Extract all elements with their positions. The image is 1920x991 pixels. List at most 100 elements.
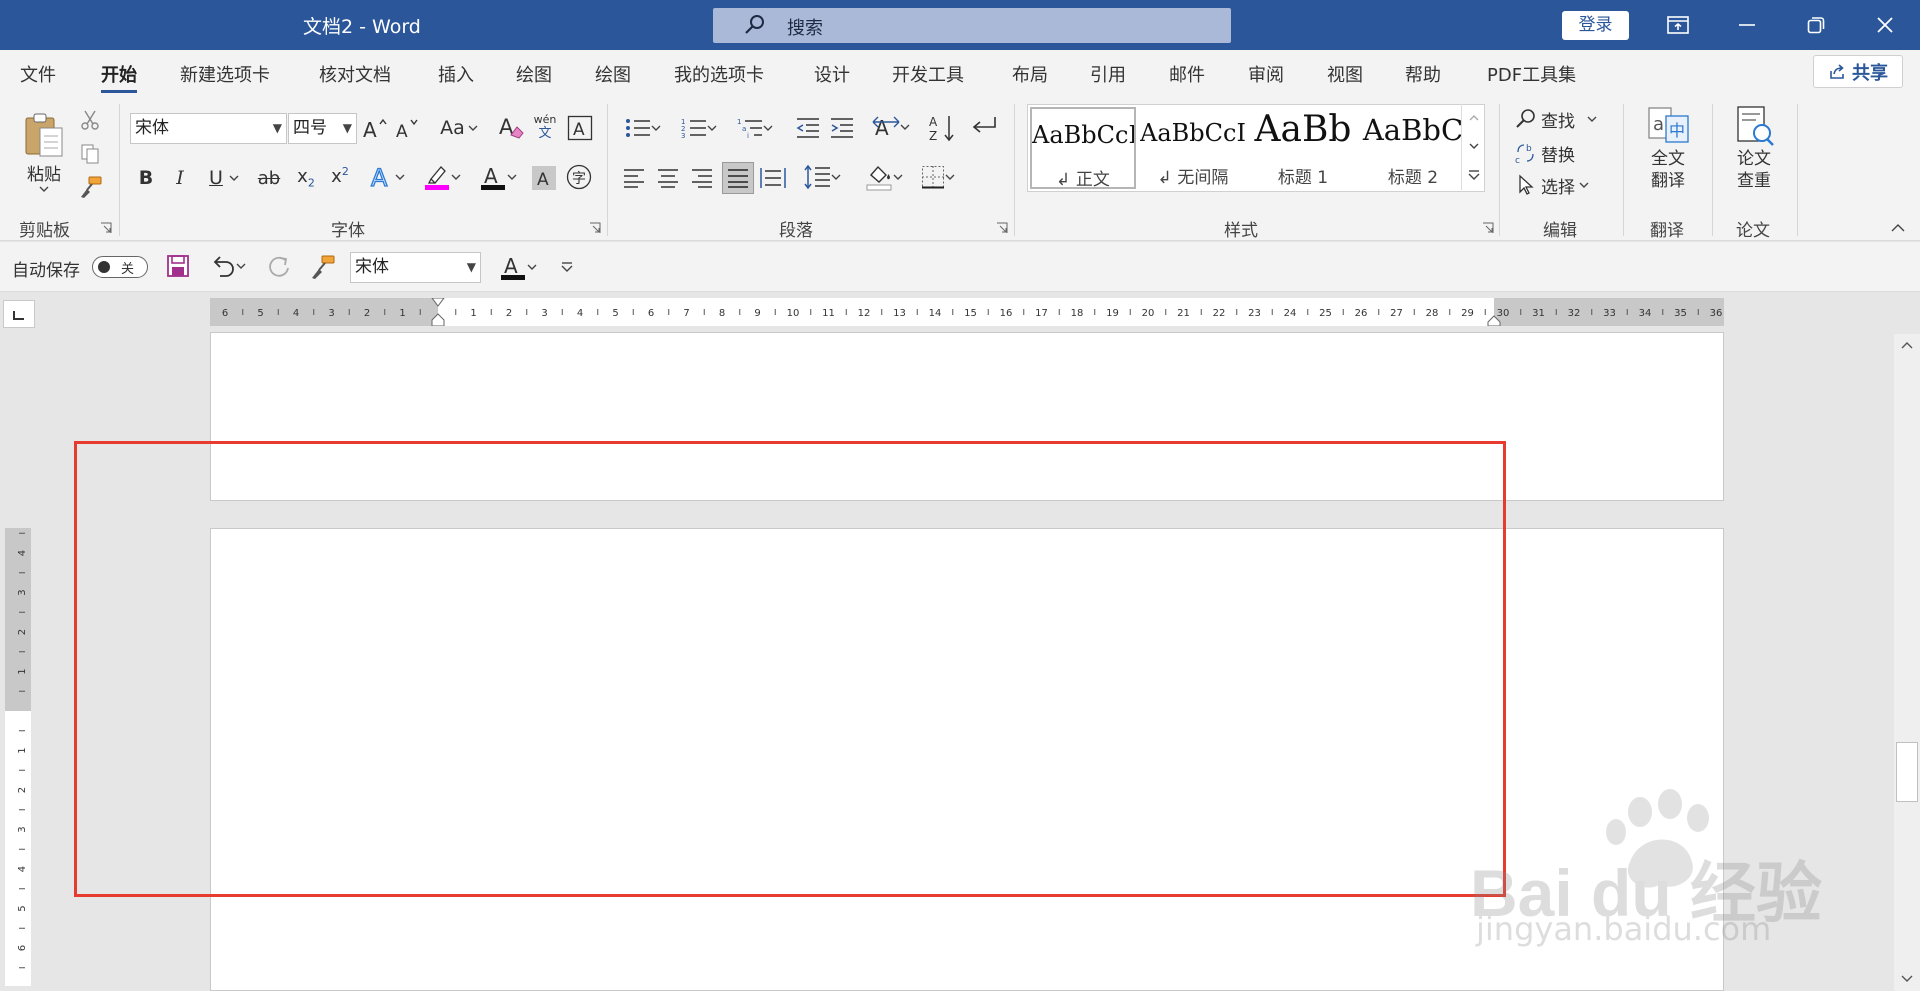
font-color-button[interactable]: A — [474, 162, 522, 192]
enclose-characters-button[interactable]: 字 — [564, 162, 594, 192]
phonetic-guide-button[interactable]: wén 文 — [530, 110, 560, 144]
tab-layout[interactable]: 布局 — [1012, 61, 1048, 87]
tab-new-tab[interactable]: 新建选项卡 — [180, 61, 270, 87]
style-item-heading-2[interactable]: AaBbC 标题 2 — [1360, 107, 1466, 189]
style-item-heading-1[interactable]: AaBb 标题 1 — [1250, 107, 1356, 189]
copy-button[interactable] — [78, 142, 102, 166]
underline-button[interactable]: U — [201, 164, 247, 192]
shading-button[interactable] — [860, 162, 908, 192]
grow-font-button[interactable]: A — [362, 114, 390, 142]
align-center-button[interactable] — [654, 164, 682, 192]
ruler-number: 17 — [1035, 308, 1048, 319]
format-painter-button[interactable] — [78, 174, 104, 200]
sort-button[interactable]: AZ — [928, 112, 958, 144]
close-button[interactable] — [1855, 0, 1915, 50]
qat-font-combo[interactable]: 宋体 ▼ — [350, 252, 481, 283]
distributed-button[interactable] — [758, 164, 788, 192]
paragraph-dialog-launcher-icon[interactable] — [996, 222, 1008, 234]
cut-button[interactable] — [78, 108, 102, 132]
tab-file[interactable]: 文件 — [20, 61, 56, 87]
character-border-button[interactable]: A — [566, 114, 594, 142]
bullets-button[interactable] — [620, 114, 666, 142]
restore-button[interactable] — [1786, 0, 1846, 50]
ribbon-display-options-button[interactable] — [1648, 0, 1708, 50]
tab-developer[interactable]: 开发工具 — [892, 61, 964, 87]
replace-button[interactable]: bc 替换 — [1515, 138, 1595, 168]
justify-button[interactable] — [722, 162, 754, 194]
close-icon — [1877, 17, 1893, 33]
login-button[interactable]: 登录 — [1562, 11, 1629, 40]
tab-design[interactable]: 设计 — [814, 61, 850, 87]
shrink-font-button[interactable]: A — [394, 114, 422, 142]
style-item-normal[interactable]: AaBbCcI ↲ 正文 — [1030, 107, 1136, 190]
save-button[interactable] — [164, 252, 192, 280]
align-right-button[interactable] — [688, 164, 716, 192]
paper-check-button[interactable]: 论文 查重 — [1722, 104, 1786, 202]
tab-my-tab[interactable]: 我的选项卡 — [674, 61, 764, 87]
redo-button[interactable] — [264, 252, 294, 282]
paste-button[interactable]: 粘贴 — [16, 102, 72, 202]
tab-draw-2[interactable]: 绘图 — [595, 61, 631, 87]
minimize-button[interactable] — [1717, 0, 1777, 50]
tab-draw-1[interactable]: 绘图 — [516, 61, 552, 87]
italic-button[interactable]: I — [167, 164, 193, 192]
ruler-number: 25 — [1319, 308, 1332, 319]
indent-marker[interactable] — [431, 298, 445, 326]
styles-gallery[interactable]: AaBbCcI ↲ 正文 AaBbCcI ↲ 无间隔 AaBb 标题 1 AaB… — [1027, 104, 1485, 192]
asian-layout-button[interactable]: A — [866, 112, 916, 142]
tab-home[interactable]: 开始 — [101, 61, 137, 93]
style-item-no-spacing[interactable]: AaBbCcI ↲ 无间隔 — [1140, 107, 1246, 189]
styles-more-button[interactable] — [1461, 160, 1485, 190]
tab-references[interactable]: 引用 — [1090, 61, 1126, 87]
borders-button[interactable] — [914, 162, 962, 192]
full-text-translate-button[interactable]: a中 全文 翻译 — [1636, 104, 1700, 202]
styles-scroll-up-button[interactable] — [1461, 104, 1485, 132]
superscript-button[interactable]: x2 — [326, 162, 354, 190]
scroll-up-button[interactable] — [1894, 334, 1920, 356]
subscript-button[interactable]: x2 — [292, 164, 320, 192]
search-box[interactable]: 搜索 — [713, 8, 1231, 43]
select-button[interactable]: 选择 — [1515, 170, 1605, 200]
format-painter-qat-button[interactable] — [308, 252, 338, 282]
clipboard-dialog-launcher-icon[interactable] — [100, 222, 112, 234]
vertical-scrollbar[interactable] — [1894, 334, 1920, 991]
tab-review[interactable]: 审阅 — [1248, 61, 1284, 87]
scroll-thumb[interactable] — [1896, 742, 1918, 802]
scroll-down-button[interactable] — [1894, 968, 1920, 990]
increase-indent-button[interactable] — [828, 114, 856, 142]
horizontal-ruler[interactable]: 6 5 4 3 2 1 1 2 3 4 5 6 7 8 9 10 11 12 13 14 15 16 17 18 19 20 21 2… — [210, 298, 1724, 326]
tab-view[interactable]: 视图 — [1327, 61, 1363, 87]
tab-help[interactable]: 帮助 — [1405, 61, 1441, 87]
tab-check-document[interactable]: 核对文档 — [319, 61, 391, 87]
character-shading-button[interactable]: A — [530, 164, 558, 192]
align-left-button[interactable] — [620, 164, 648, 192]
tab-selector[interactable] — [3, 300, 35, 328]
autosave-toggle[interactable]: 关 — [92, 256, 148, 278]
undo-button[interactable] — [206, 252, 250, 280]
customize-qat-button[interactable] — [556, 256, 578, 278]
highlight-color-button[interactable] — [418, 162, 466, 192]
font-size-combo[interactable]: 四号 ▼ — [288, 113, 357, 144]
line-spacing-button[interactable] — [798, 162, 846, 192]
decrease-indent-button[interactable] — [794, 114, 822, 142]
show-hide-marks-button[interactable] — [968, 112, 998, 142]
text-effects-button[interactable]: A — [364, 162, 410, 192]
clear-formatting-button[interactable]: A — [496, 112, 526, 142]
numbering-button[interactable]: 123 — [676, 114, 722, 142]
tab-pdf-tools[interactable]: PDF工具集 — [1487, 61, 1576, 87]
find-button[interactable]: 查找 — [1515, 104, 1605, 134]
tab-insert[interactable]: 插入 — [438, 61, 474, 87]
strikethrough-button[interactable]: ab — [254, 164, 284, 192]
share-button[interactable]: 共享 — [1813, 55, 1903, 88]
qat-font-color-button[interactable]: A — [494, 252, 542, 282]
collapse-ribbon-button[interactable] — [1886, 218, 1910, 236]
tab-mailings[interactable]: 邮件 — [1169, 61, 1205, 87]
bold-button[interactable]: B — [133, 164, 159, 192]
font-name-combo[interactable]: 宋体 ▼ — [130, 113, 287, 144]
styles-scroll-down-button[interactable] — [1461, 132, 1485, 160]
vertical-ruler[interactable]: 4 3 2 1 1 2 3 4 5 6 — [5, 528, 31, 986]
multilevel-list-button[interactable]: 1ai — [732, 114, 778, 142]
styles-dialog-launcher-icon[interactable] — [1482, 222, 1494, 234]
change-case-button[interactable]: Aa — [434, 114, 484, 142]
font-dialog-launcher-icon[interactable] — [589, 222, 601, 234]
